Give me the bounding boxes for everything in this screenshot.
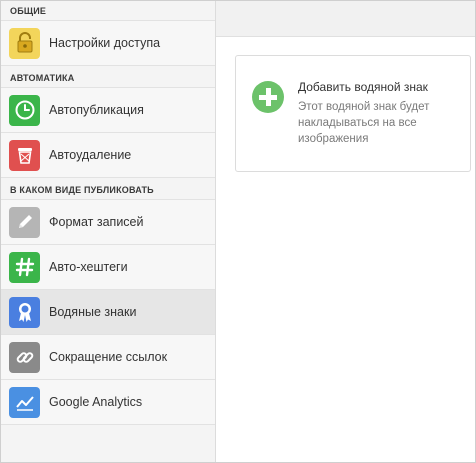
sidebar-item-access-settings[interactable]: Настройки доступа [1, 21, 215, 66]
trash-icon [9, 139, 40, 171]
sidebar-item-autodelete[interactable]: Автоудаление [1, 133, 215, 178]
section-title-publish-format: В КАКОМ ВИДЕ ПУБЛИКОВАТЬ [1, 178, 215, 200]
sidebar-item-label: Водяные знаки [49, 305, 137, 319]
section-title-automation: АВТОМАТИКА [1, 66, 215, 88]
plus-circle-icon [252, 81, 284, 113]
sidebar-item-label: Автоудаление [49, 148, 132, 162]
sidebar-item-watermarks[interactable]: Водяные знаки [1, 290, 215, 335]
clock-icon [9, 94, 40, 126]
sidebar-item-label: Сокращение ссылок [49, 350, 168, 364]
add-watermark-description: Этот водяной знак будет накладываться на… [298, 101, 430, 145]
sidebar-item-label: Google Analytics [49, 395, 143, 409]
sidebar-item-autopublish[interactable]: Автопубликация [1, 88, 215, 133]
sidebar-item-label: Авто-хештеги [49, 260, 128, 274]
lock-icon [9, 27, 40, 59]
sidebar-item-label: Настройки доступа [49, 36, 161, 50]
hashtag-icon [9, 251, 40, 283]
sidebar-item-auto-hashtags[interactable]: Авто-хештеги [1, 245, 215, 290]
sidebar-item-label: Автопубликация [49, 103, 144, 117]
chart-icon [9, 386, 40, 418]
ribbon-icon [9, 296, 40, 328]
add-watermark-title: Добавить водяной знак [298, 80, 428, 94]
sidebar-item-label: Формат записей [49, 215, 144, 229]
content-header-bar [216, 1, 475, 37]
section-title-general: ОБЩИЕ [1, 1, 215, 21]
sidebar-item-google-analytics[interactable]: Google Analytics [1, 380, 215, 425]
sidebar-item-post-format[interactable]: Формат записей [1, 200, 215, 245]
add-watermark-card[interactable]: Добавить водяной знак Этот водяной знак … [235, 55, 471, 172]
settings-sidebar: ОБЩИЕ Настройки доступа АВТОМАТИКА Автоп… [1, 1, 216, 462]
link-icon [9, 341, 40, 373]
pencil-icon [9, 206, 40, 238]
sidebar-item-link-shortening[interactable]: Сокращение ссылок [1, 335, 215, 380]
